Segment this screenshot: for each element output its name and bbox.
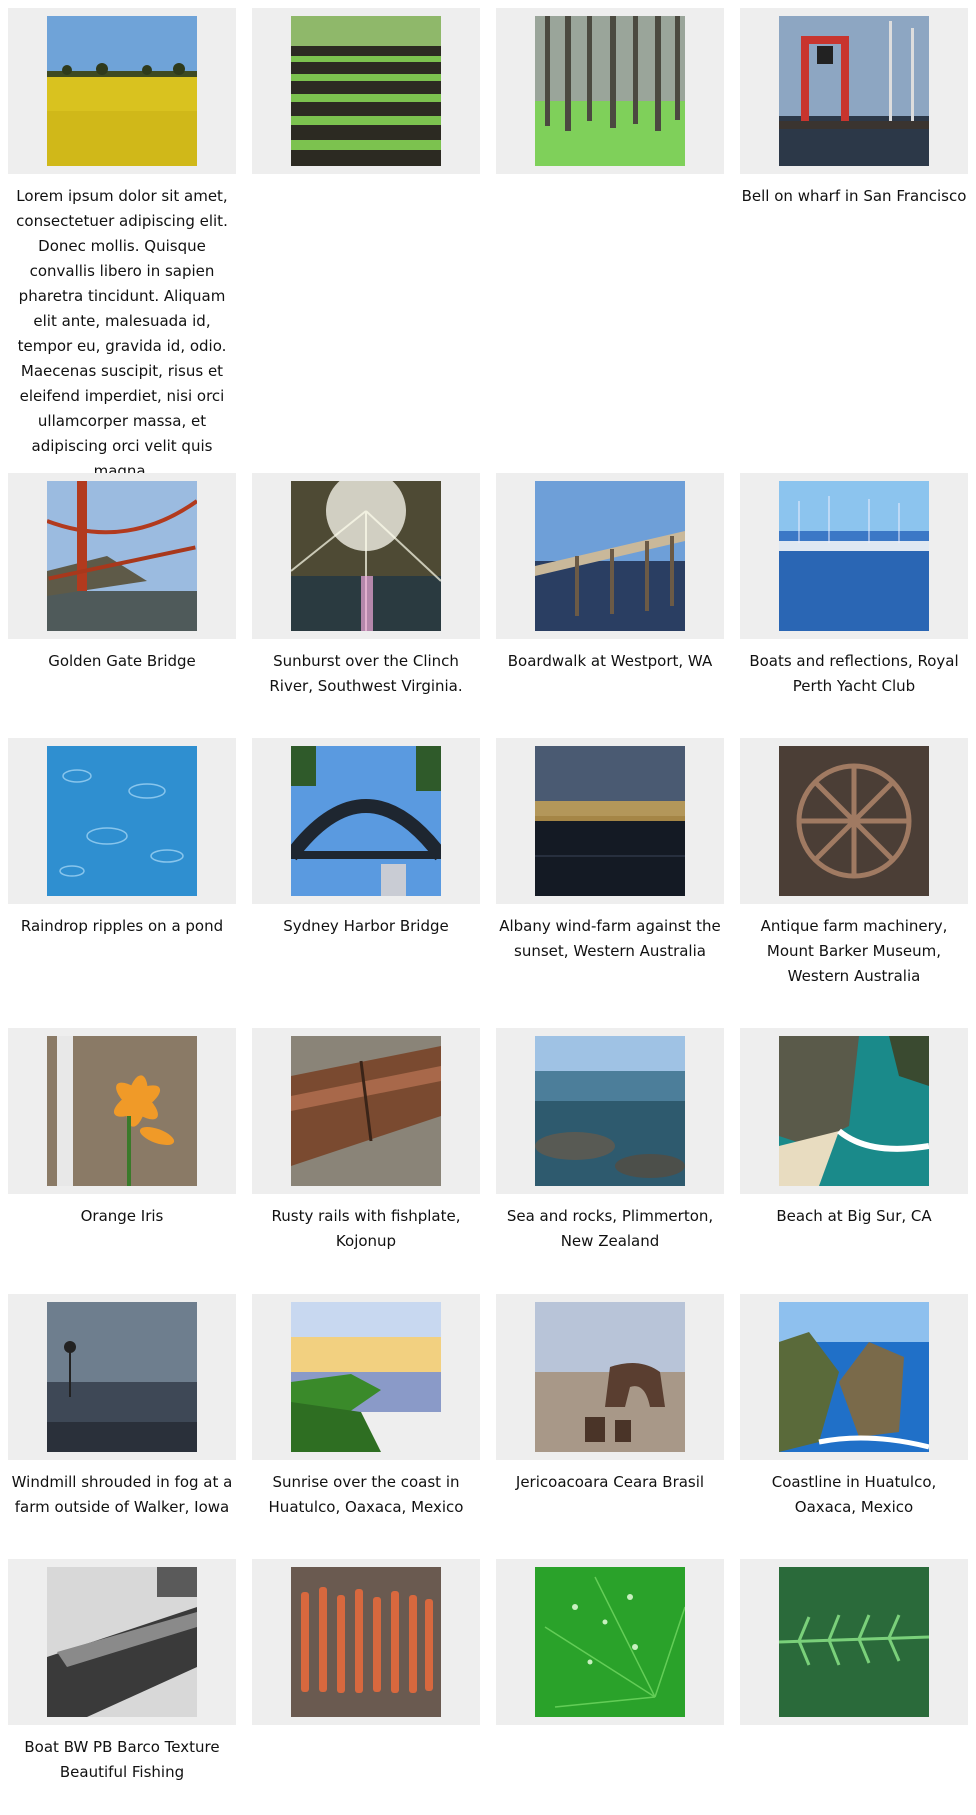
thumbnail-frame[interactable] xyxy=(252,1294,480,1460)
caption: Albany wind-farm against the sunset, Wes… xyxy=(499,917,721,960)
thumbnail-frame[interactable] xyxy=(740,8,968,174)
thumbnail-frame[interactable] xyxy=(252,473,480,639)
caption: Boat BW PB Barco Texture Beautiful Fishi… xyxy=(24,1738,220,1781)
rusty-rails-image[interactable] xyxy=(291,1036,441,1186)
gallery-item-fern[interactable] xyxy=(740,1551,968,1735)
yacht-club-image[interactable] xyxy=(779,481,929,631)
caption: Coastline in Huatulco, Oaxaca, Mexico xyxy=(771,1473,937,1516)
gallery-item-sunburst-river[interactable]: Sunburst over the Clinch River, Southwes… xyxy=(252,465,480,699)
gallery-item-bark-texture[interactable] xyxy=(252,1551,480,1735)
gallery-item-bw-boat[interactable]: Boat BW PB Barco Texture Beautiful Fishi… xyxy=(8,1551,236,1785)
gallery-item-farm-machinery[interactable]: Antique farm machinery, Mount Barker Mus… xyxy=(740,730,968,989)
thumbnail-frame[interactable] xyxy=(496,1028,724,1194)
gallery-item-windfarm-sunset[interactable]: Albany wind-farm against the sunset, Wes… xyxy=(496,730,724,964)
water-drops-leaf-image[interactable] xyxy=(535,1567,685,1717)
forest-grass-image[interactable] xyxy=(535,16,685,166)
boardwalk-image[interactable] xyxy=(535,481,685,631)
gallery-item-yacht-club[interactable]: Boats and reflections, Royal Perth Yacht… xyxy=(740,465,968,699)
thumbnail-frame[interactable] xyxy=(496,1294,724,1460)
thumbnail-frame[interactable] xyxy=(496,738,724,904)
gallery-item-raindrop-pond[interactable]: Raindrop ripples on a pond xyxy=(8,730,236,939)
wharf-bell-image[interactable] xyxy=(779,16,929,166)
big-sur-beach-image[interactable] xyxy=(779,1036,929,1186)
gallery-item-golden-gate[interactable]: Golden Gate Bridge xyxy=(8,465,236,674)
bw-boat-image[interactable] xyxy=(47,1567,197,1717)
caption: Beach at Big Sur, CA xyxy=(776,1207,932,1225)
gallery-item-water-drops-leaf[interactable] xyxy=(496,1551,724,1735)
gallery-item-big-sur-beach[interactable]: Beach at Big Sur, CA xyxy=(740,1020,968,1229)
orange-iris-image[interactable] xyxy=(47,1036,197,1186)
huatulco-coast-image[interactable] xyxy=(779,1302,929,1452)
sea-rocks-image[interactable] xyxy=(535,1036,685,1186)
gallery-item-boardwalk[interactable]: Boardwalk at Westport, WA xyxy=(496,465,724,674)
thumbnail-frame[interactable] xyxy=(496,473,724,639)
caption: Sea and rocks, Plimmerton, New Zealand xyxy=(506,1207,714,1250)
thumbnail-frame[interactable] xyxy=(8,1028,236,1194)
thumbnail-frame[interactable] xyxy=(8,1559,236,1725)
caption: Orange Iris xyxy=(80,1207,164,1225)
caption: Raindrop ripples on a pond xyxy=(20,917,224,935)
gallery-item-sea-rocks[interactable]: Sea and rocks, Plimmerton, New Zealand xyxy=(496,1020,724,1254)
gallery-item-crop-rows[interactable] xyxy=(252,0,480,184)
thumbnail-frame[interactable] xyxy=(740,738,968,904)
thumbnail-frame[interactable] xyxy=(740,1294,968,1460)
gallery-item-huatulco-coast[interactable]: Coastline in Huatulco, Oaxaca, Mexico xyxy=(740,1286,968,1520)
caption: Antique farm machinery, Mount Barker Mus… xyxy=(760,917,948,985)
thumbnail-frame[interactable] xyxy=(8,738,236,904)
yellow-field-image[interactable] xyxy=(47,16,197,166)
caption: Golden Gate Bridge xyxy=(48,652,196,670)
thumbnail-frame[interactable] xyxy=(252,1028,480,1194)
thumbnail-frame[interactable] xyxy=(8,1294,236,1460)
caption: Sunburst over the Clinch River, Southwes… xyxy=(269,652,463,695)
golden-gate-image[interactable] xyxy=(47,481,197,631)
caption: Sunrise over the coast in Huatulco, Oaxa… xyxy=(268,1473,464,1516)
gallery-item-wharf-bell[interactable]: Bell on wharf in San Francisco xyxy=(740,0,968,209)
thumbnail-frame[interactable] xyxy=(252,8,480,174)
caption: Rusty rails with fishplate, Kojonup xyxy=(271,1207,461,1250)
thumbnail-frame[interactable] xyxy=(740,473,968,639)
caption: Jericoacoara Ceara Brasil xyxy=(515,1473,705,1491)
thumbnail-frame[interactable] xyxy=(8,473,236,639)
crop-rows-image[interactable] xyxy=(291,16,441,166)
rock-arch-image[interactable] xyxy=(535,1302,685,1452)
farm-machinery-image[interactable] xyxy=(779,746,929,896)
thumbnail-frame[interactable] xyxy=(496,1559,724,1725)
thumbnail-frame[interactable] xyxy=(496,8,724,174)
fern-image[interactable] xyxy=(779,1567,929,1717)
photo-gallery: Lorem ipsum dolor sit amet, consectetuer… xyxy=(0,0,976,1815)
bark-texture-image[interactable] xyxy=(291,1567,441,1717)
gallery-item-foggy-windmill[interactable]: Windmill shrouded in fog at a farm outsi… xyxy=(8,1286,236,1520)
foggy-windmill-image[interactable] xyxy=(47,1302,197,1452)
windfarm-sunset-image[interactable] xyxy=(535,746,685,896)
thumbnail-frame[interactable] xyxy=(740,1559,968,1725)
caption: Sydney Harbor Bridge xyxy=(283,917,449,935)
gallery-item-coast-sunrise[interactable]: Sunrise over the coast in Huatulco, Oaxa… xyxy=(252,1286,480,1520)
gallery-item-harbor-bridge[interactable]: Sydney Harbor Bridge xyxy=(252,730,480,939)
caption: Lorem ipsum dolor sit amet, consectetuer… xyxy=(16,187,228,480)
thumbnail-frame[interactable] xyxy=(252,738,480,904)
harbor-bridge-image[interactable] xyxy=(291,746,441,896)
gallery-item-yellow-field[interactable]: Lorem ipsum dolor sit amet, consectetuer… xyxy=(8,0,236,484)
sunburst-river-image[interactable] xyxy=(291,481,441,631)
coast-sunrise-image[interactable] xyxy=(291,1302,441,1452)
caption: Windmill shrouded in fog at a farm outsi… xyxy=(11,1473,233,1516)
caption: Boats and reflections, Royal Perth Yacht… xyxy=(749,652,959,695)
thumbnail-frame[interactable] xyxy=(740,1028,968,1194)
caption: Bell on wharf in San Francisco xyxy=(741,187,967,205)
thumbnail-frame[interactable] xyxy=(252,1559,480,1725)
raindrop-pond-image[interactable] xyxy=(47,746,197,896)
thumbnail-frame[interactable] xyxy=(8,8,236,174)
gallery-item-rock-arch[interactable]: Jericoacoara Ceara Brasil xyxy=(496,1286,724,1495)
gallery-item-forest-grass[interactable] xyxy=(496,0,724,184)
gallery-item-orange-iris[interactable]: Orange Iris xyxy=(8,1020,236,1229)
gallery-item-rusty-rails[interactable]: Rusty rails with fishplate, Kojonup xyxy=(252,1020,480,1254)
caption: Boardwalk at Westport, WA xyxy=(507,652,713,670)
